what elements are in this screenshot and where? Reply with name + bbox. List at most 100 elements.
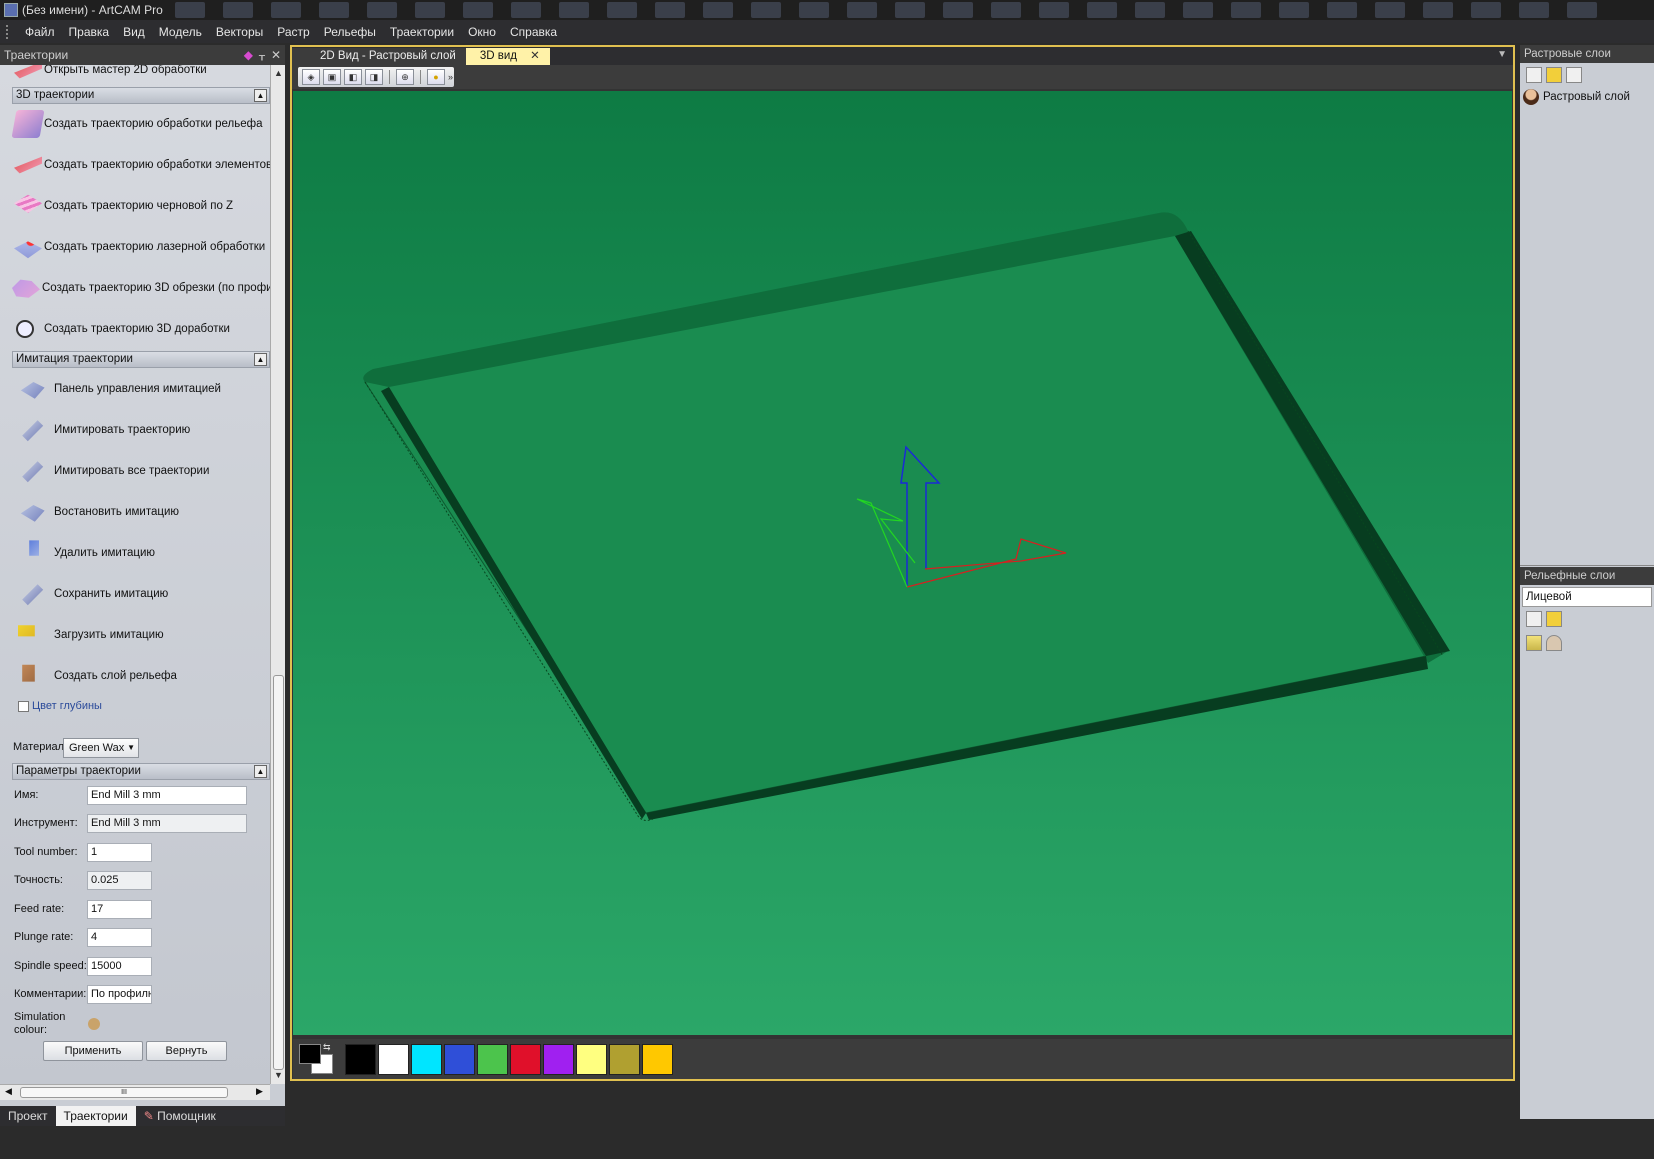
pin-icon[interactable]: ◆ bbox=[244, 48, 253, 62]
open-2d-wizard-item[interactable]: Открыть мастер 2D обработки bbox=[14, 65, 207, 87]
collapse-arrow-icon[interactable]: ▲ bbox=[254, 89, 267, 102]
scroll-thumb[interactable] bbox=[273, 675, 284, 1070]
tab-toolpaths[interactable]: Траектории bbox=[55, 1106, 136, 1126]
palette-swatch[interactable] bbox=[345, 1043, 376, 1075]
name-input[interactable]: End Mill 3 mm bbox=[87, 785, 247, 805]
section-simulation[interactable]: Имитация траектории ▲ bbox=[12, 351, 270, 368]
hscroll-thumb[interactable]: III bbox=[20, 1087, 228, 1098]
tool-3d-rest-machining[interactable]: Создать траекторию 3D доработки bbox=[14, 312, 230, 346]
tool-sim-control-panel[interactable]: Панель управления имитацией bbox=[18, 372, 221, 406]
layers-panel: Растровые слои Растровый слой Рельефные … bbox=[1520, 45, 1654, 1119]
material-select[interactable]: Green Wax ▼ bbox=[63, 738, 139, 758]
palette-swatch[interactable] bbox=[543, 1043, 574, 1075]
close-tab-icon[interactable]: ✕ bbox=[530, 50, 540, 62]
tab-3d-view[interactable]: 3D вид ✕ bbox=[465, 48, 550, 65]
open-relief-folder-icon[interactable] bbox=[1546, 611, 1562, 627]
revert-button[interactable]: Вернуть bbox=[146, 1041, 227, 1061]
plunge-rate-input[interactable]: 4 bbox=[87, 927, 152, 947]
menu-raster[interactable]: Растр bbox=[270, 25, 316, 39]
menu-view[interactable]: Вид bbox=[116, 25, 152, 39]
side-view-icon[interactable]: ◧ bbox=[344, 69, 362, 85]
section-toolpath-params[interactable]: Параметры траектории ▲ bbox=[12, 763, 270, 780]
palette-swatch[interactable] bbox=[510, 1043, 541, 1075]
fg-bg-color-selector[interactable]: ⇆ bbox=[297, 1042, 337, 1076]
palette-swatch[interactable] bbox=[642, 1043, 673, 1075]
scroll-right-icon[interactable]: ▶ bbox=[256, 1086, 263, 1097]
palette-swatch[interactable] bbox=[444, 1043, 475, 1075]
new-relief-icon[interactable] bbox=[1526, 611, 1542, 627]
menu-file[interactable]: Файл bbox=[18, 25, 62, 39]
tool-simulate-toolpath[interactable]: Имитировать траекторию bbox=[18, 413, 190, 447]
tab-2d-view[interactable]: 2D Вид - Растровый слой bbox=[292, 48, 466, 65]
horizontal-scrollbar[interactable]: ◀ III ▶ bbox=[0, 1084, 270, 1100]
tool-input[interactable]: End Mill 3 mm bbox=[87, 813, 247, 833]
tool-save-simulation[interactable]: Сохранить имитацию bbox=[18, 577, 168, 611]
top-view-icon[interactable]: ◨ bbox=[365, 69, 383, 85]
dock-icon[interactable]: ᚁ bbox=[259, 48, 265, 62]
foreground-color[interactable] bbox=[299, 1044, 321, 1064]
palette-swatch[interactable] bbox=[609, 1043, 640, 1075]
tool-zlevel-roughing[interactable]: Создать траекторию черновой по Z bbox=[14, 189, 233, 223]
relief-layer-select[interactable]: Лицевой bbox=[1522, 587, 1652, 607]
spindle-speed-input[interactable]: 15000 bbox=[87, 956, 152, 976]
tool-delete-simulation[interactable]: Удалить имитацию bbox=[18, 536, 155, 570]
menu-vectors[interactable]: Векторы bbox=[209, 25, 270, 39]
tool-label: Имитировать траекторию bbox=[54, 424, 191, 436]
menu-toolpaths[interactable]: Траектории bbox=[383, 25, 461, 39]
collapse-arrow-icon[interactable]: ▲ bbox=[254, 765, 267, 778]
menu-reliefs[interactable]: Рельефы bbox=[317, 25, 383, 39]
toolbar-overflow-icon[interactable]: » bbox=[448, 72, 453, 82]
raster-layer-item[interactable]: Растровый слой bbox=[1520, 87, 1654, 107]
relief-layer-icon[interactable] bbox=[1526, 635, 1542, 651]
tool-simulate-all[interactable]: Имитировать все траектории bbox=[18, 454, 209, 488]
palette-swatch[interactable] bbox=[477, 1043, 508, 1075]
palette-swatch[interactable] bbox=[411, 1043, 442, 1075]
vertical-scrollbar[interactable]: ▲ ▼ bbox=[270, 65, 285, 1084]
menu-model[interactable]: Модель bbox=[152, 25, 209, 39]
tool-create-relief-layer[interactable]: Создать слой рельефа bbox=[18, 659, 177, 693]
tabs-menu-chevron-icon[interactable]: ▼ bbox=[1497, 49, 1507, 60]
field-label: Tool number: bbox=[14, 846, 78, 858]
sim-colour-swatch[interactable] bbox=[88, 1018, 100, 1030]
view-toolbar: ◈ ▣ ◧ ◨ ⊕ ● » bbox=[292, 65, 1513, 89]
tool-3d-profile-cut[interactable]: Создать траекторию 3D обрезки (по профил… bbox=[12, 271, 270, 305]
close-icon[interactable]: ✕ bbox=[271, 48, 281, 62]
tool-laser-toolpath[interactable]: Создать траекторию лазерной обработки bbox=[14, 230, 265, 264]
swap-colors-icon[interactable]: ⇆ bbox=[323, 1042, 331, 1053]
palette-swatch[interactable] bbox=[576, 1043, 607, 1075]
feed-rate-input[interactable]: 17 bbox=[87, 899, 152, 919]
tolerance-input[interactable]: 0.025 bbox=[87, 870, 152, 890]
add-relief-icon[interactable] bbox=[1546, 635, 1562, 651]
new-layer-icon[interactable] bbox=[1526, 67, 1542, 83]
tool-load-simulation[interactable]: Загрузить имитацию bbox=[18, 618, 164, 652]
depth-color-checkbox-row[interactable]: Цвет глубины bbox=[18, 700, 102, 712]
menu-window[interactable]: Окно bbox=[461, 25, 503, 39]
scroll-left-icon[interactable]: ◀ bbox=[5, 1086, 12, 1097]
scroll-down-icon[interactable]: ▼ bbox=[274, 1070, 283, 1080]
field-comments-row: Комментарии: По профилю bbox=[14, 984, 152, 1004]
more-tools-icon[interactable] bbox=[1566, 67, 1582, 83]
open-folder-icon[interactable] bbox=[1546, 67, 1562, 83]
section-params-label: Параметры траектории bbox=[16, 765, 141, 777]
zoom-icon[interactable]: ⊕ bbox=[396, 69, 414, 85]
3d-viewport[interactable] bbox=[293, 91, 1512, 1035]
apply-button[interactable]: Применить bbox=[43, 1041, 143, 1061]
menu-help[interactable]: Справка bbox=[503, 25, 564, 39]
light-bulb-icon[interactable]: ● bbox=[427, 69, 445, 85]
tool-reset-simulation[interactable]: Востановить имитацию bbox=[18, 495, 179, 529]
tab-assistant-label: Помощник bbox=[157, 1109, 216, 1123]
section-3d-toolpaths[interactable]: 3D траектории ▲ bbox=[12, 87, 270, 104]
palette-swatch[interactable] bbox=[378, 1043, 409, 1075]
comments-input[interactable]: По профилю bbox=[87, 984, 152, 1004]
iso-view-icon[interactable]: ◈ bbox=[302, 69, 320, 85]
collapse-arrow-icon[interactable]: ▲ bbox=[254, 353, 267, 366]
tab-project[interactable]: Проект bbox=[0, 1106, 56, 1126]
tool-relief-toolpath[interactable]: Создать траекторию обработки рельефа bbox=[11, 107, 262, 141]
tab-assistant[interactable]: ✎ Помощник bbox=[136, 1106, 224, 1126]
tool-feature-toolpath[interactable]: Создать траекторию обработки элементов bbox=[14, 148, 270, 182]
front-view-icon[interactable]: ▣ bbox=[323, 69, 341, 85]
scroll-up-icon[interactable]: ▲ bbox=[274, 68, 283, 78]
tool-number-input[interactable]: 1 bbox=[87, 842, 152, 862]
menu-edit[interactable]: Правка bbox=[62, 25, 117, 39]
depth-color-checkbox[interactable] bbox=[18, 700, 29, 712]
